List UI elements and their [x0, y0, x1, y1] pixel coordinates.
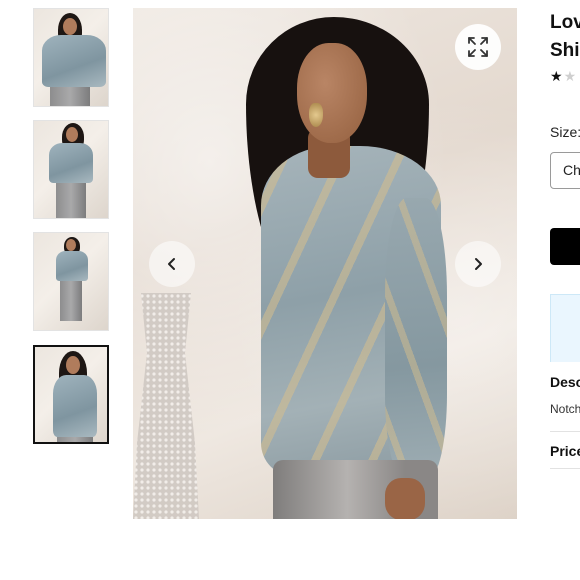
rating-stars[interactable]: ★★ — [550, 68, 577, 85]
description-text: Notch — [550, 402, 580, 416]
model-face — [297, 43, 367, 143]
size-label: Size: — [550, 124, 580, 140]
expand-arrows-icon — [468, 37, 488, 57]
crystal-vase — [133, 293, 199, 519]
promo-banner — [550, 294, 580, 362]
model-sleeve — [385, 198, 447, 478]
star-filled-icon: ★ — [550, 68, 564, 84]
add-to-bag-button[interactable] — [550, 228, 580, 265]
description-heading[interactable]: Desc — [550, 374, 580, 390]
star-empty-icon: ★ — [563, 68, 578, 84]
price-heading[interactable]: Price — [550, 443, 580, 459]
thumbnail-3[interactable] — [33, 232, 109, 331]
expand-image-button[interactable] — [455, 24, 501, 70]
divider — [550, 468, 580, 469]
previous-image-button[interactable] — [149, 241, 195, 287]
model-earring — [309, 103, 323, 127]
divider — [550, 431, 580, 432]
chevron-right-icon — [475, 258, 482, 270]
product-title-line-1: Lov — [550, 12, 580, 33]
product-info-panel: Lov Shi ★★ Size: Ch Desc Notch Price — [550, 0, 580, 580]
next-image-button[interactable] — [455, 241, 501, 287]
model-hand — [385, 478, 425, 519]
thumbnail-4[interactable] — [33, 345, 109, 444]
thumbnail-1[interactable] — [33, 8, 109, 107]
product-title-line-2: Shi — [550, 40, 580, 61]
chevron-left-icon — [168, 258, 175, 270]
size-select[interactable]: Ch — [550, 152, 580, 189]
main-product-image — [133, 8, 517, 519]
thumbnail-2[interactable] — [33, 120, 109, 219]
